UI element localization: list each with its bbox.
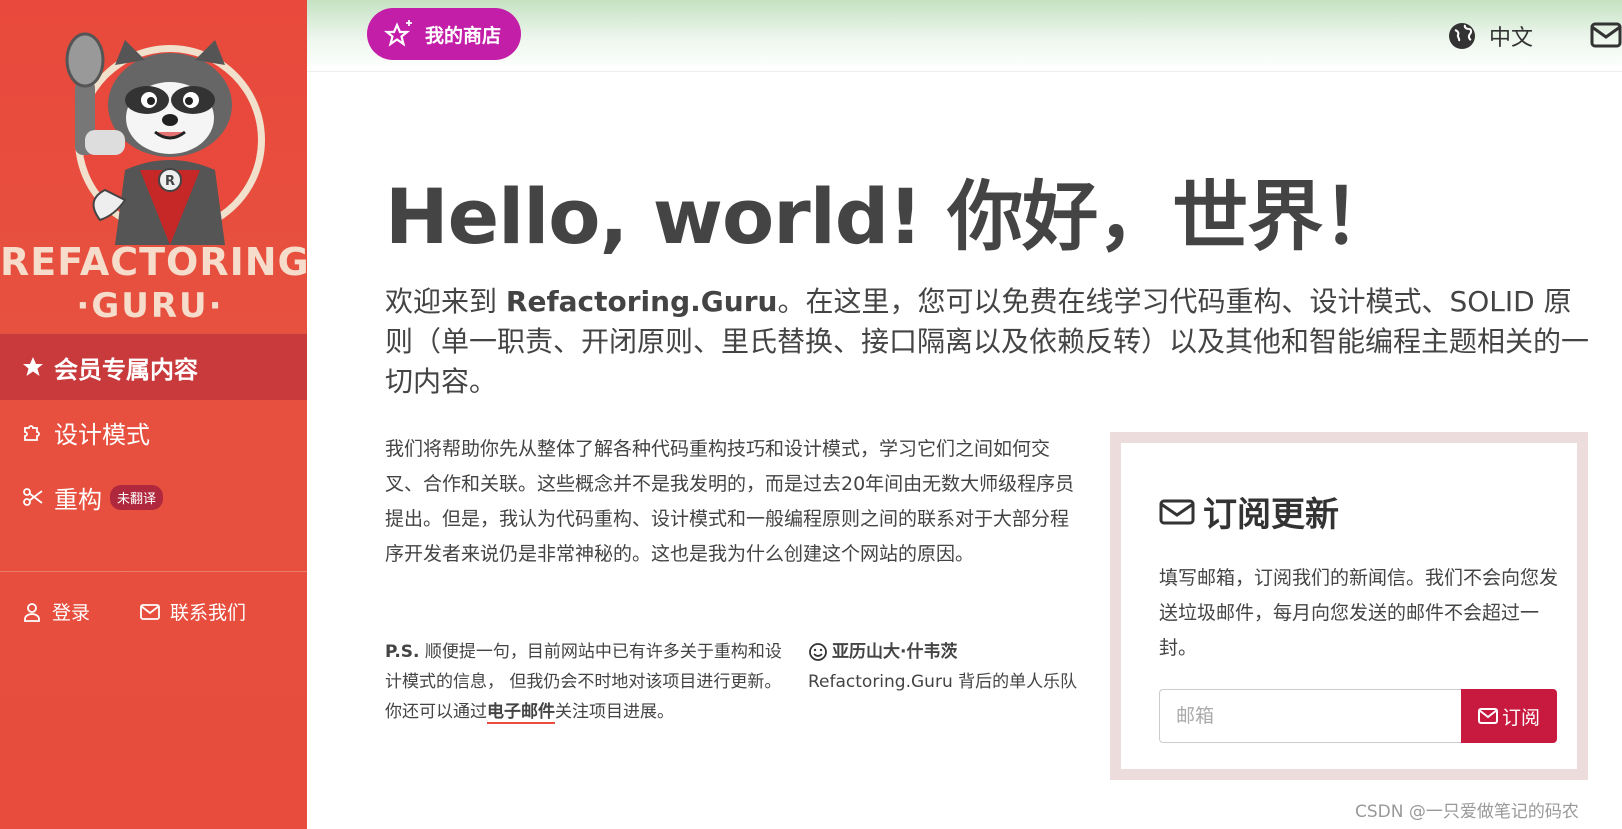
- my-shop-label: 我的商店: [425, 24, 502, 47]
- subscribe-title-text: 订阅更新: [1203, 495, 1339, 535]
- sidebar-divider: [0, 571, 307, 572]
- top-bar: 我的商店 中文: [307, 0, 1622, 72]
- intro-brand: Refactoring.Guru: [505, 285, 778, 318]
- author-name-row: 亚历山大·什韦茨: [808, 637, 1078, 667]
- logo-wordmark: REFACTORING: [0, 240, 310, 284]
- scissors-icon: [20, 484, 46, 510]
- star-icon: [20, 354, 46, 380]
- sidebar: R REFACTORING ·GURU· 会员专属内容 设计模式 重构 未翻译 …: [0, 0, 310, 829]
- puzzle-icon: [20, 419, 46, 445]
- intro-pre: 欢迎来到: [385, 285, 506, 318]
- subscribe-description: 填写邮箱，订阅我们的新闻信。我们不会向您发送垃圾邮件，每月向您发送的邮件不会超过…: [1159, 567, 1559, 659]
- logo-wordmark-sub: ·GURU·: [76, 286, 224, 326]
- envelope-icon: [1159, 499, 1195, 524]
- mail-icon[interactable]: [1590, 21, 1622, 49]
- subscribe-title: 订阅更新: [1159, 487, 1339, 536]
- page-title: Hello, world! 你好，世界！: [385, 172, 1398, 261]
- sparkle-star-icon: [383, 20, 412, 47]
- ps-note: P.S. 顺便提一句，目前网站中已有许多关于重构和设计模式的信息， 但我仍会不时…: [385, 637, 785, 727]
- ps-suffix: 关注项目进展。: [555, 702, 674, 722]
- nav-item-refactoring[interactable]: 重构 未翻译: [0, 464, 307, 530]
- subscribe-button[interactable]: 订阅: [1461, 689, 1557, 743]
- envelope-icon: [1477, 708, 1498, 724]
- nav-item-label: 重构: [54, 485, 102, 514]
- user-icon: [22, 601, 44, 623]
- my-shop-button[interactable]: 我的商店: [367, 8, 522, 60]
- login-link[interactable]: 登录: [22, 598, 90, 625]
- envelope-icon: [140, 601, 162, 623]
- author-role: Refactoring.Guru 背后的单人乐队: [808, 672, 1078, 692]
- subscribe-box: 订阅更新 填写邮箱，订阅我们的新闻信。我们不会向您发送垃圾邮件，每月向您发送的邮…: [1110, 432, 1588, 780]
- nav-item-design-patterns[interactable]: 设计模式: [0, 399, 307, 465]
- svg-text:R: R: [165, 174, 175, 189]
- intro-paragraph: 欢迎来到 Refactoring.Guru。在这里，您可以免费在线学习代码重构、…: [385, 282, 1595, 402]
- contact-link[interactable]: 联系我们: [140, 598, 246, 625]
- email-link[interactable]: 电子邮件: [487, 702, 555, 724]
- untranslated-badge: 未翻译: [110, 484, 164, 510]
- contact-label: 联系我们: [170, 602, 247, 624]
- body-paragraph: 我们将帮助你先从整体了解各种代码重构技巧和设计模式，学习它们之间如何交叉、合作和…: [385, 438, 1075, 565]
- ps-prefix: P.S.: [385, 642, 420, 662]
- globe-icon: [1449, 23, 1475, 49]
- nav-item-label: 会员专属内容: [54, 355, 198, 384]
- subscribe-button-label: 订阅: [1501, 706, 1540, 729]
- raccoon-mascot-icon: R: [65, 32, 265, 245]
- smile-icon: [809, 643, 827, 661]
- author-name: 亚历山大·什韦茨: [832, 642, 958, 662]
- login-label: 登录: [52, 602, 91, 624]
- email-input[interactable]: [1159, 689, 1461, 743]
- watermark: CSDN @一只爱做笔记的码农: [1355, 802, 1579, 822]
- nav-item-label: 设计模式: [54, 420, 150, 449]
- language-switcher[interactable]: 中文: [1447, 20, 1533, 52]
- subscribe-panel: 订阅更新 填写邮箱，订阅我们的新闻信。我们不会向您发送垃圾邮件，每月向您发送的邮…: [1121, 443, 1577, 769]
- author-signature: 亚历山大·什韦茨 Refactoring.Guru 背后的单人乐队: [808, 637, 1078, 697]
- nav-item-premium[interactable]: 会员专属内容: [0, 334, 307, 400]
- language-label: 中文: [1489, 26, 1534, 51]
